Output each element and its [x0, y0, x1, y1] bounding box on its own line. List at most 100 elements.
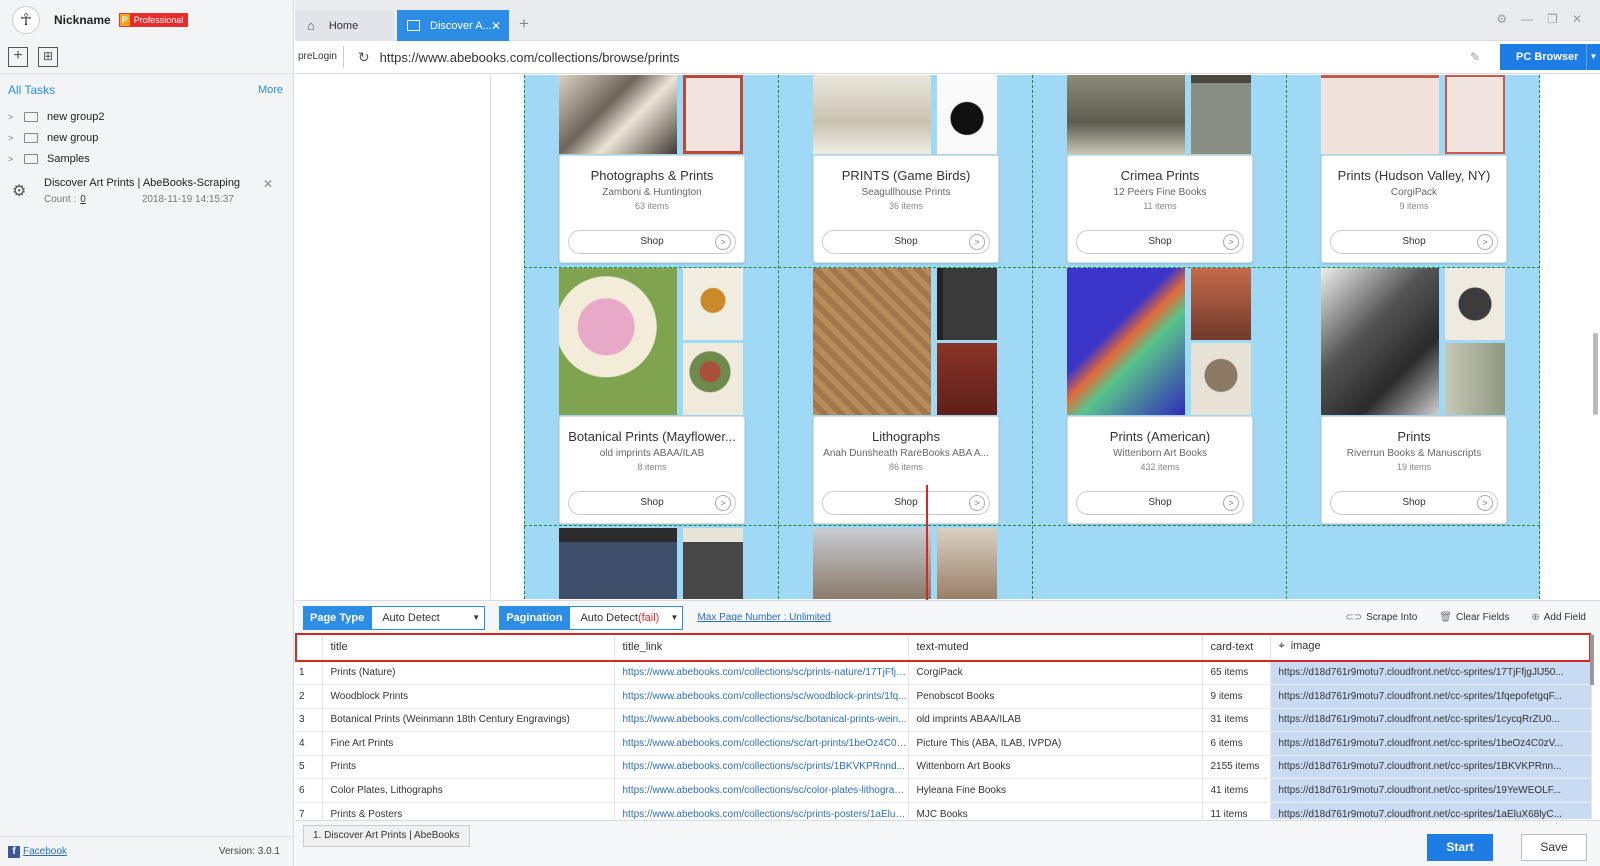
- card-title[interactable]: PRINTS (Game Birds): [814, 168, 998, 183]
- nickname[interactable]: Nickname: [54, 13, 111, 27]
- close-tab-icon[interactable]: ✕: [491, 19, 501, 33]
- table-row[interactable]: 1 Prints (Nature) https://www.abebooks.com…: [295, 660, 1592, 685]
- new-tab-icon[interactable]: +: [519, 14, 529, 34]
- print-image[interactable]: [1191, 75, 1251, 154]
- cell-text-muted[interactable]: Wittenborn Art Books: [908, 754, 1203, 779]
- close-icon[interactable]: ✕: [263, 177, 273, 191]
- facebook-link[interactable]: Facebook: [23, 846, 67, 857]
- all-tasks-link[interactable]: All Tasks: [8, 83, 55, 97]
- cell-title-link[interactable]: https://www.abebooks.com/collections/sc/…: [614, 778, 909, 802]
- cell-image[interactable]: https://d18d761r9motu7.cloudfront.net/cc…: [1270, 731, 1592, 755]
- collection-card[interactable]: Photographs & Prints Zamboni & Huntingto…: [559, 155, 745, 263]
- group-item[interactable]: > Samples: [0, 148, 293, 169]
- print-image[interactable]: [683, 75, 743, 154]
- print-image[interactable]: [1321, 75, 1439, 154]
- print-image[interactable]: [937, 528, 997, 599]
- cell-title-link[interactable]: https://www.abebooks.com/collections/sc/…: [614, 707, 909, 732]
- print-image[interactable]: [813, 528, 931, 599]
- card-title[interactable]: Lithographs: [814, 429, 998, 444]
- settings-icon[interactable]: ⚙: [1496, 12, 1507, 26]
- print-image[interactable]: [1067, 268, 1185, 415]
- close-window-icon[interactable]: ✕: [1572, 12, 1582, 26]
- shop-button[interactable]: Shop >: [568, 230, 736, 254]
- print-image[interactable]: [683, 528, 743, 599]
- print-image[interactable]: [1445, 75, 1505, 154]
- row-number[interactable]: 3: [295, 707, 323, 732]
- print-image[interactable]: [937, 268, 997, 340]
- print-image[interactable]: [559, 75, 677, 154]
- scrape-into-button[interactable]: ⊂⊃ Scrape Into: [1345, 612, 1417, 623]
- shop-button[interactable]: Shop >: [822, 491, 990, 515]
- url-field[interactable]: https://www.abebooks.com/collections/bro…: [380, 50, 1470, 65]
- cell-image[interactable]: https://d18d761r9motu7.cloudfront.net/cc…: [1270, 660, 1592, 685]
- expand-arrow-icon[interactable]: >: [8, 112, 18, 122]
- reload-icon[interactable]: ↻: [358, 49, 370, 66]
- page-type-select[interactable]: Auto Detect ▼: [371, 605, 486, 630]
- cell-image[interactable]: https://d18d761r9motu7.cloudfront.net/cc…: [1270, 707, 1592, 732]
- collection-card[interactable]: Prints (Hudson Valley, NY) CorgiPack 9 i…: [1321, 155, 1507, 263]
- cell-text-muted[interactable]: Penobscot Books: [908, 684, 1203, 708]
- cell-title[interactable]: Prints & Posters: [322, 801, 615, 819]
- table-scrollbar[interactable]: [1590, 635, 1594, 685]
- print-image[interactable]: [813, 268, 931, 415]
- print-image[interactable]: [1321, 268, 1439, 415]
- cell-card-text[interactable]: 11 items: [1202, 801, 1271, 819]
- add-field-button[interactable]: ⊕ Add Field: [1531, 612, 1586, 623]
- shop-button[interactable]: Shop >: [1076, 491, 1244, 515]
- card-title[interactable]: Photographs & Prints: [560, 168, 744, 183]
- print-image[interactable]: [1191, 268, 1251, 340]
- print-image[interactable]: [1445, 343, 1505, 415]
- print-image[interactable]: [937, 75, 997, 154]
- save-button[interactable]: Save: [1521, 834, 1587, 861]
- table-row[interactable]: 6 Color Plates, Lithographs https://www.ab…: [295, 778, 1592, 802]
- collection-card[interactable]: Lithographs Anah Dunsheath RareBooks ABA…: [813, 416, 999, 524]
- column-header[interactable]: card-text: [1202, 633, 1271, 661]
- print-image[interactable]: [1191, 343, 1251, 415]
- facebook-icon[interactable]: f: [8, 845, 20, 858]
- chevron-down-icon[interactable]: ▼: [1586, 44, 1600, 70]
- row-number[interactable]: 1: [295, 660, 323, 685]
- shop-button[interactable]: Shop >: [568, 491, 736, 515]
- table-row[interactable]: 7 Prints & Posters https://www.abebooks.co…: [295, 801, 1592, 819]
- expand-arrow-icon[interactable]: >: [8, 154, 18, 164]
- cell-title[interactable]: Botanical Prints (Weinmann 18th Century …: [322, 707, 615, 732]
- cell-title-link[interactable]: https://www.abebooks.com/collections/sc/…: [614, 660, 909, 685]
- print-image[interactable]: [683, 343, 743, 415]
- collection-card[interactable]: Crimea Prints 12 Peers Fine Books 11 ite…: [1067, 155, 1253, 263]
- print-image[interactable]: [1445, 268, 1505, 340]
- cell-text-muted[interactable]: old imprints ABAA/ILAB: [908, 707, 1203, 732]
- cell-title-link[interactable]: https://www.abebooks.com/collections/sc/…: [614, 731, 909, 755]
- cell-text-muted[interactable]: MJC Books: [908, 801, 1203, 819]
- pagination-select[interactable]: Auto Detect(fail) ▼: [569, 605, 684, 630]
- cell-image[interactable]: https://d18d761r9motu7.cloudfront.net/cc…: [1270, 778, 1592, 802]
- row-number[interactable]: 2: [295, 684, 323, 708]
- avatar[interactable]: ☥: [12, 6, 40, 34]
- table-row[interactable]: 4 Fine Art Prints https://www.abebooks.com…: [295, 731, 1592, 755]
- cell-title[interactable]: Prints (Nature): [322, 660, 615, 685]
- cell-title[interactable]: Woodblock Prints: [322, 684, 615, 708]
- tab-home[interactable]: ⌂ Home: [295, 10, 394, 41]
- table-row[interactable]: 2 Woodblock Prints https://www.abebooks.co…: [295, 684, 1592, 708]
- cell-image[interactable]: https://d18d761r9motu7.cloudfront.net/cc…: [1270, 754, 1592, 779]
- row-number[interactable]: 6: [295, 778, 323, 802]
- cell-title[interactable]: Fine Art Prints: [322, 731, 615, 755]
- collection-card[interactable]: Prints (American) Wittenborn Art Books 4…: [1067, 416, 1253, 524]
- column-header-image[interactable]: ⌖ image: [1270, 633, 1592, 661]
- collection-card[interactable]: Prints Riverrun Books & Manuscripts 19 i…: [1321, 416, 1507, 524]
- pc-browser-button[interactable]: PC Browser ▼: [1500, 44, 1600, 70]
- minimize-icon[interactable]: —: [1521, 12, 1533, 26]
- table-row[interactable]: 3 Botanical Prints (Weinmann 18th Century…: [295, 707, 1592, 732]
- new-group-icon[interactable]: ⊞: [38, 46, 58, 67]
- column-header[interactable]: title: [322, 633, 615, 661]
- card-title[interactable]: Botanical Prints (Mayflower...: [560, 429, 744, 444]
- group-item[interactable]: > new group: [0, 127, 293, 148]
- task-step-tab[interactable]: 1. Discover Art Prints | AbeBooks: [303, 825, 470, 847]
- column-header[interactable]: title_link: [614, 633, 909, 661]
- print-image[interactable]: [937, 343, 997, 415]
- cell-card-text[interactable]: 9 items: [1202, 684, 1271, 708]
- cell-title[interactable]: Color Plates, Lithographs: [322, 778, 615, 802]
- cell-image[interactable]: https://d18d761r9motu7.cloudfront.net/cc…: [1270, 684, 1592, 708]
- start-button[interactable]: Start: [1427, 834, 1493, 861]
- cell-card-text[interactable]: 65 items: [1202, 660, 1271, 685]
- cell-card-text[interactable]: 2155 items: [1202, 754, 1271, 779]
